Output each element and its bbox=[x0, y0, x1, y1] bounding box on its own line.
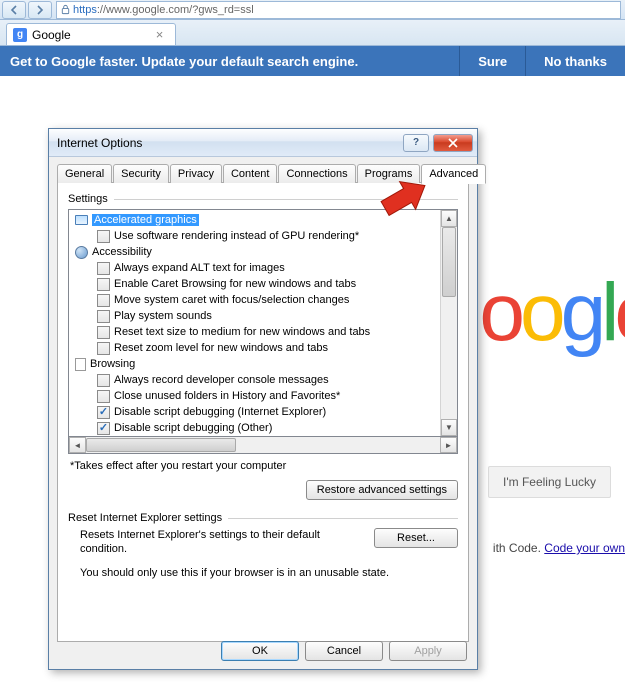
scroll-thumb[interactable] bbox=[442, 227, 456, 297]
monitor-icon bbox=[75, 215, 88, 225]
tree-item-label: Disable script debugging (Internet Explo… bbox=[114, 406, 326, 418]
page-icon bbox=[75, 358, 86, 371]
vertical-scrollbar[interactable]: ▲ ▼ bbox=[440, 210, 457, 436]
forward-button[interactable] bbox=[28, 1, 52, 19]
dialog-help-button[interactable]: ? bbox=[403, 134, 429, 152]
apply-button[interactable]: Apply bbox=[389, 641, 467, 661]
tree-category-label: Accelerated graphics bbox=[92, 214, 199, 226]
info-bar-nothanks-button[interactable]: No thanks bbox=[525, 46, 625, 76]
tab-strip: g Google × bbox=[0, 20, 625, 46]
dialog-footer: OK Cancel Apply bbox=[221, 641, 467, 661]
dialog-tab-security[interactable]: Security bbox=[113, 164, 169, 183]
google-logo: oogle bbox=[479, 266, 625, 360]
advanced-panel: Settings Accelerated graphics Use softwar… bbox=[57, 182, 469, 642]
horizontal-scrollbar[interactable]: ◄ ► bbox=[68, 437, 458, 454]
browser-tab-google[interactable]: g Google × bbox=[6, 23, 176, 45]
dialog-tab-programs[interactable]: Programs bbox=[357, 164, 421, 183]
checkbox[interactable] bbox=[97, 278, 110, 291]
tree-item[interactable]: Reset zoom level for new windows and tab… bbox=[69, 340, 440, 356]
dialog-tab-advanced[interactable]: Advanced bbox=[421, 164, 486, 184]
code-promo: ith Code. Code your own bbox=[493, 541, 625, 555]
tree-item[interactable]: Play system sounds bbox=[69, 308, 440, 324]
scroll-left-icon[interactable]: ◄ bbox=[69, 437, 86, 453]
checkbox[interactable] bbox=[97, 374, 110, 387]
back-button[interactable] bbox=[2, 1, 26, 19]
checkbox[interactable] bbox=[97, 294, 110, 307]
checkbox[interactable] bbox=[97, 390, 110, 403]
tree-item-label: Always expand ALT text for images bbox=[114, 262, 285, 274]
tree-category[interactable]: Accelerated graphics bbox=[69, 212, 440, 228]
dialog-tab-general[interactable]: General bbox=[57, 164, 112, 183]
ok-button[interactable]: OK bbox=[221, 641, 299, 661]
feeling-lucky-button[interactable]: I'm Feeling Lucky bbox=[488, 466, 611, 498]
dialog-tabstrip: GeneralSecurityPrivacyContentConnections… bbox=[57, 163, 469, 182]
tree-item-label: Reset zoom level for new windows and tab… bbox=[114, 342, 328, 354]
tree-item[interactable]: Disable script debugging (Internet Explo… bbox=[69, 404, 440, 420]
internet-options-dialog: Internet Options ? GeneralSecurityPrivac… bbox=[48, 128, 478, 670]
checkbox[interactable] bbox=[97, 326, 110, 339]
tab-close-icon[interactable]: × bbox=[156, 28, 169, 41]
lock-icon bbox=[60, 4, 71, 15]
restart-note: *Takes effect after you restart your com… bbox=[70, 460, 458, 472]
info-bar-sure-button[interactable]: Sure bbox=[459, 46, 525, 76]
code-your-own-link[interactable]: Code your own bbox=[544, 541, 625, 555]
tree-item[interactable]: Disable script debugging (Other) bbox=[69, 420, 440, 436]
settings-tree[interactable]: Accelerated graphics Use software renderi… bbox=[68, 209, 458, 437]
dialog-close-button[interactable] bbox=[433, 134, 473, 152]
tree-category[interactable]: Browsing bbox=[69, 356, 440, 372]
checkbox[interactable] bbox=[97, 262, 110, 275]
tree-item-label: Use software rendering instead of GPU re… bbox=[114, 230, 359, 242]
checkbox[interactable] bbox=[97, 422, 110, 435]
dialog-title: Internet Options bbox=[57, 136, 403, 150]
tree-item-label: Enable Caret Browsing for new windows an… bbox=[114, 278, 356, 290]
tree-item[interactable]: Always record developer console messages bbox=[69, 372, 440, 388]
google-favicon: g bbox=[13, 28, 27, 42]
dialog-tab-content[interactable]: Content bbox=[223, 164, 278, 183]
scroll-down-icon[interactable]: ▼ bbox=[441, 419, 457, 436]
hscroll-thumb[interactable] bbox=[86, 438, 236, 452]
tree-item[interactable]: Close unused folders in History and Favo… bbox=[69, 388, 440, 404]
cancel-button[interactable]: Cancel bbox=[305, 641, 383, 661]
url-path: ://www.google.com/?gws_rd=ssl bbox=[97, 4, 254, 16]
tree-item[interactable]: Use software rendering instead of GPU re… bbox=[69, 228, 440, 244]
dialog-tab-privacy[interactable]: Privacy bbox=[170, 164, 222, 183]
reset-warning: You should only use this if your browser… bbox=[80, 567, 458, 579]
tree-item-label: Move system caret with focus/selection c… bbox=[114, 294, 349, 306]
tree-category-label: Accessibility bbox=[92, 246, 152, 258]
info-bar-text: Get to Google faster. Update your defaul… bbox=[0, 54, 459, 69]
restore-advanced-button[interactable]: Restore advanced settings bbox=[306, 480, 458, 500]
browser-toolbar: https://www.google.com/?gws_rd=ssl bbox=[0, 0, 625, 20]
settings-group-label: Settings bbox=[68, 193, 458, 205]
tree-item[interactable]: Enable Caret Browsing for new windows an… bbox=[69, 276, 440, 292]
checkbox[interactable] bbox=[97, 310, 110, 323]
reset-description: Resets Internet Explorer's settings to t… bbox=[80, 528, 366, 557]
tab-title: Google bbox=[32, 28, 71, 42]
tree-item-label: Reset text size to medium for new window… bbox=[114, 326, 370, 338]
info-bar: Get to Google faster. Update your defaul… bbox=[0, 46, 625, 76]
reset-group-label: Reset Internet Explorer settings bbox=[68, 512, 458, 524]
tree-item-label: Always record developer console messages bbox=[114, 374, 329, 386]
globe-icon bbox=[75, 246, 88, 259]
dialog-tab-connections[interactable]: Connections bbox=[278, 164, 355, 183]
scroll-up-icon[interactable]: ▲ bbox=[441, 210, 457, 227]
url-scheme: https bbox=[73, 4, 97, 16]
tree-category-label: Browsing bbox=[90, 358, 135, 370]
tree-category[interactable]: Accessibility bbox=[69, 244, 440, 260]
reset-button[interactable]: Reset... bbox=[374, 528, 458, 548]
tree-item-label: Close unused folders in History and Favo… bbox=[114, 390, 340, 402]
tree-item[interactable]: Always expand ALT text for images bbox=[69, 260, 440, 276]
tree-item-label: Disable script debugging (Other) bbox=[114, 422, 272, 434]
address-bar[interactable]: https://www.google.com/?gws_rd=ssl bbox=[56, 1, 621, 19]
tree-item-label: Play system sounds bbox=[114, 310, 212, 322]
checkbox[interactable] bbox=[97, 406, 110, 419]
tree-item[interactable]: Reset text size to medium for new window… bbox=[69, 324, 440, 340]
dialog-titlebar[interactable]: Internet Options ? bbox=[49, 129, 477, 157]
checkbox[interactable] bbox=[97, 342, 110, 355]
checkbox[interactable] bbox=[97, 230, 110, 243]
tree-item[interactable]: Move system caret with focus/selection c… bbox=[69, 292, 440, 308]
scroll-right-icon[interactable]: ► bbox=[440, 437, 457, 453]
